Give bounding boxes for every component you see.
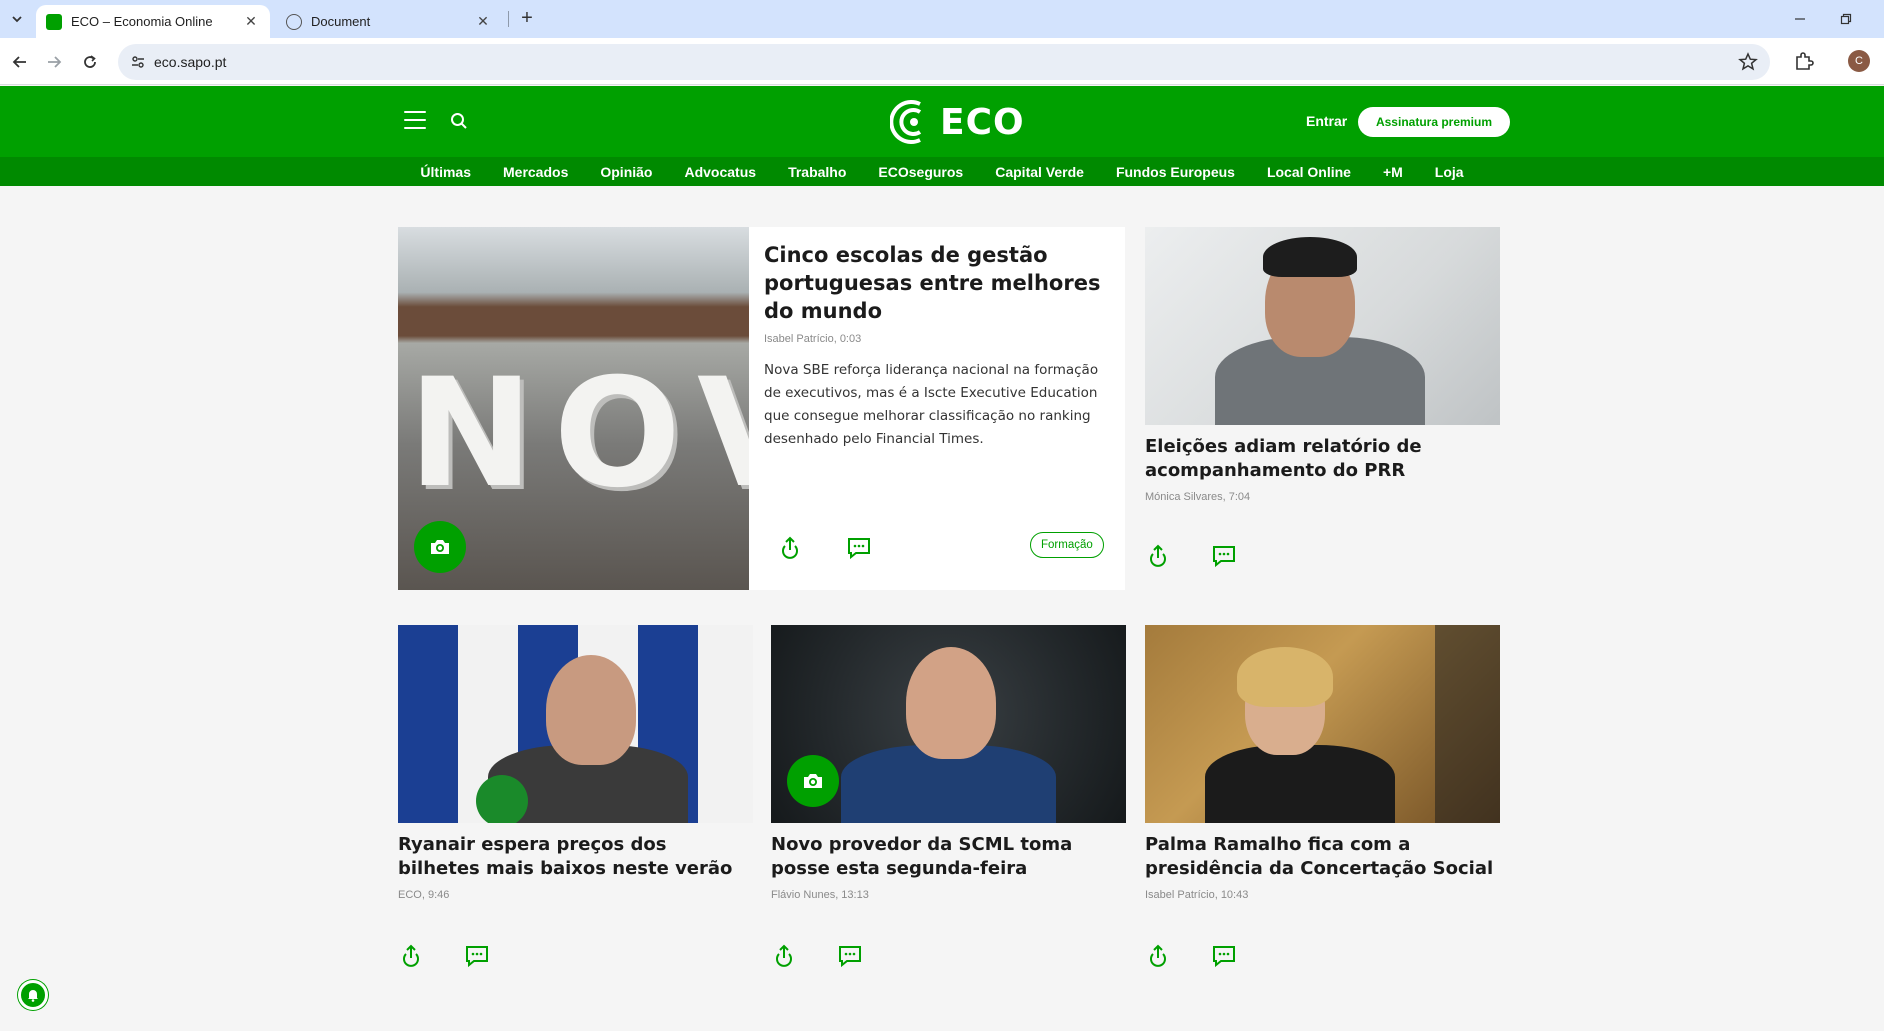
feature-article[interactable]: NOV Cinco escolas de gestão portuguesas … <box>398 227 1125 590</box>
browser-toolbar: eco.sapo.pt C <box>0 38 1884 85</box>
forward-button[interactable] <box>40 48 68 76</box>
section-nav: Últimas Mercados Opinião Advocatus Traba… <box>0 157 1884 186</box>
photo-subject-hair <box>1237 647 1333 707</box>
new-tab-button[interactable]: + <box>516 8 538 30</box>
nav-item-ecoseguros[interactable]: ECOseguros <box>878 164 963 180</box>
reload-button[interactable] <box>76 48 104 76</box>
photo-subject <box>1205 745 1395 823</box>
photo-foreground <box>1435 625 1500 823</box>
restore-button[interactable] <box>1826 6 1866 32</box>
premium-subscription-button[interactable]: Assinatura premium <box>1358 107 1510 137</box>
reload-icon <box>84 55 96 68</box>
article-title[interactable]: Ryanair espera preços dos bilhetes mais … <box>398 833 753 881</box>
article-card[interactable]: Ryanair espera preços dos bilhetes mais … <box>398 625 753 968</box>
article-card[interactable]: Eleições adiam relatório de acompanhamen… <box>1145 227 1500 568</box>
gallery-camera-icon[interactable] <box>787 755 839 807</box>
nav-item-mercados[interactable]: Mercados <box>503 164 568 180</box>
article-title[interactable]: Novo provedor da SCML toma posse esta se… <box>771 833 1126 881</box>
logo-text: ECO <box>940 101 1025 143</box>
arrow-left-icon <box>12 56 26 68</box>
category-tag[interactable]: Formação <box>1030 532 1104 558</box>
login-link[interactable]: Entrar <box>1306 113 1347 129</box>
tab-document[interactable]: Document ✕ <box>276 5 502 38</box>
share-icon[interactable] <box>771 943 797 969</box>
close-tab-icon[interactable]: ✕ <box>474 13 492 31</box>
arrow-right-icon <box>48 56 62 68</box>
article-title[interactable]: Eleições adiam relatório de acompanhamen… <box>1145 435 1500 483</box>
minimize-icon <box>1795 18 1805 20</box>
article-image[interactable] <box>1145 625 1500 823</box>
comments-icon[interactable] <box>1211 943 1237 969</box>
menu-icon[interactable] <box>404 111 426 129</box>
minimize-button[interactable] <box>1780 6 1820 32</box>
feature-byline: Isabel Patrício, 0:03 <box>764 333 862 345</box>
photo-subject-face <box>906 647 996 759</box>
article-card[interactable]: Novo provedor da SCML toma posse esta se… <box>771 625 1126 968</box>
nav-item-fundos-europeus[interactable]: Fundos Europeus <box>1116 164 1235 180</box>
nav-item-capital-verde[interactable]: Capital Verde <box>995 164 1084 180</box>
comments-icon[interactable] <box>837 943 863 969</box>
gallery-camera-icon[interactable] <box>414 521 466 573</box>
globe-icon <box>286 13 302 30</box>
photo-microphone <box>476 775 528 823</box>
photo-subject-hair <box>1263 237 1357 277</box>
close-tab-icon[interactable]: ✕ <box>242 13 260 31</box>
extensions-icon[interactable] <box>1792 50 1816 74</box>
article-title[interactable]: Palma Ramalho fica com a presidência da … <box>1145 833 1500 881</box>
tab-separator <box>508 11 509 27</box>
article-byline: Mónica Silvares, 7:04 <box>1145 491 1251 503</box>
share-icon[interactable] <box>777 535 803 561</box>
nav-item-plus-m[interactable]: +M <box>1383 164 1403 180</box>
article-byline: Isabel Patrício, 10:43 <box>1145 889 1249 901</box>
feature-summary: Nova SBE reforça liderança nacional na f… <box>764 362 1099 447</box>
tab-search-button[interactable] <box>6 8 28 30</box>
site-settings-icon[interactable] <box>130 54 146 70</box>
back-button[interactable] <box>6 48 34 76</box>
feature-body: Cinco escolas de gestão portuguesas entr… <box>764 241 1114 451</box>
restore-icon <box>1840 13 1852 25</box>
profile-avatar[interactable]: C <box>1848 50 1870 72</box>
comments-icon[interactable] <box>846 535 872 561</box>
photo-subject-face <box>546 655 636 765</box>
nav-item-loja[interactable]: Loja <box>1435 164 1464 180</box>
tab-title: Document <box>311 14 371 29</box>
article-image[interactable] <box>398 625 753 823</box>
article-image[interactable] <box>771 625 1126 823</box>
search-icon[interactable] <box>450 112 468 130</box>
tab-title: ECO – Economia Online <box>71 14 213 29</box>
image-letters: NOV <box>408 347 749 521</box>
article-byline: ECO, 9:46 <box>398 889 450 901</box>
browser-tab-bar: ECO – Economia Online ✕ Document ✕ + <box>0 0 1884 38</box>
url-text: eco.sapo.pt <box>154 54 227 70</box>
site-header: ECO Entrar Assinatura premium <box>0 86 1884 157</box>
notifications-bell-button[interactable] <box>18 980 48 1010</box>
bell-icon <box>28 990 38 1002</box>
share-icon[interactable] <box>1145 543 1171 569</box>
bookmark-star-icon[interactable] <box>1738 52 1758 72</box>
eco-logo[interactable]: ECO <box>890 96 1025 148</box>
comments-icon[interactable] <box>464 943 490 969</box>
feature-title[interactable]: Cinco escolas de gestão portuguesas entr… <box>764 241 1114 325</box>
share-icon[interactable] <box>398 943 424 969</box>
address-bar[interactable]: eco.sapo.pt <box>118 44 1770 80</box>
share-icon[interactable] <box>1145 943 1171 969</box>
nav-item-trabalho[interactable]: Trabalho <box>788 164 846 180</box>
eco-logo-mark-icon <box>890 100 922 144</box>
article-card[interactable]: Palma Ramalho fica com a presidência da … <box>1145 625 1500 968</box>
nav-item-opiniao[interactable]: Opinião <box>600 164 652 180</box>
tab-eco[interactable]: ECO – Economia Online ✕ <box>36 5 270 38</box>
nav-item-advocatus[interactable]: Advocatus <box>684 164 756 180</box>
feature-image[interactable]: NOV <box>398 227 749 590</box>
comments-icon[interactable] <box>1211 543 1237 569</box>
article-image[interactable] <box>1145 227 1500 425</box>
chevron-down-icon <box>12 16 22 23</box>
nav-item-ultimas[interactable]: Últimas <box>420 164 471 180</box>
eco-favicon-icon <box>46 13 62 30</box>
nav-item-local-online[interactable]: Local Online <box>1267 164 1351 180</box>
article-byline: Flávio Nunes, 13:13 <box>771 889 869 901</box>
